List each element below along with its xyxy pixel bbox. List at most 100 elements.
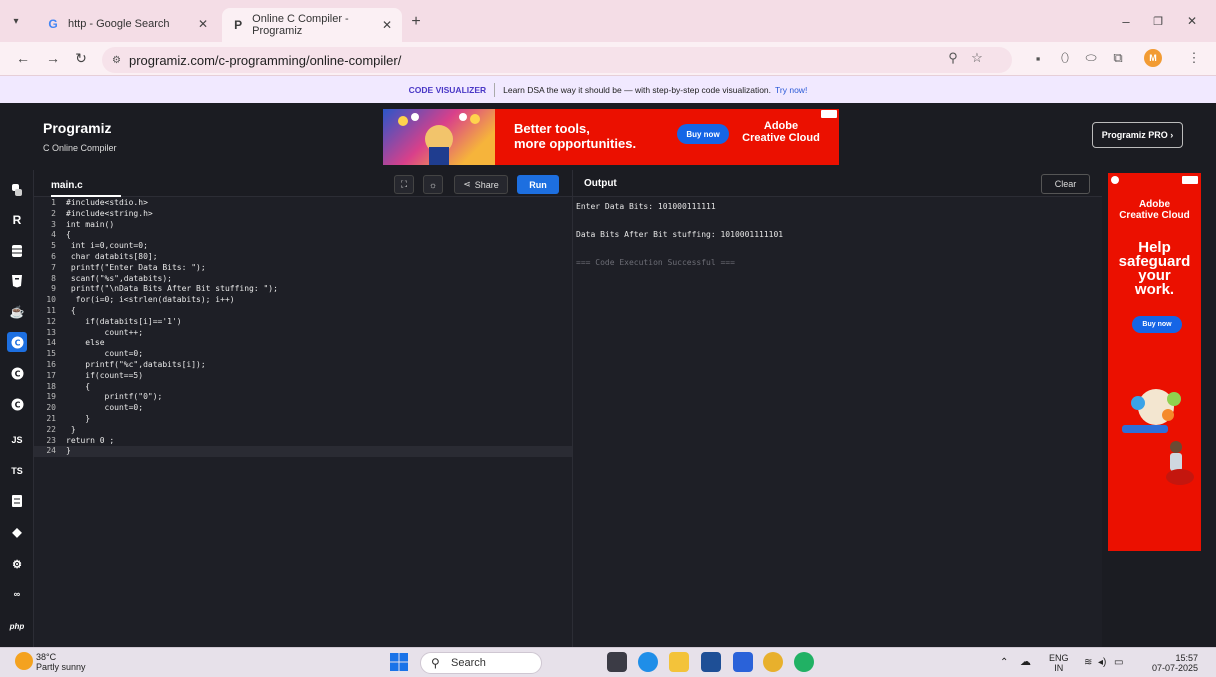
go-icon[interactable] xyxy=(7,491,27,511)
code-line[interactable]: 9 printf("\nData Bits After Bit stuffing… xyxy=(34,284,572,295)
line-content[interactable]: else xyxy=(66,338,104,349)
new-tab-icon[interactable]: + xyxy=(406,12,426,32)
file-explorer-icon[interactable] xyxy=(669,652,689,672)
line-content[interactable]: scanf("%s",databits); xyxy=(66,274,172,285)
line-content[interactable]: #include<string.h> xyxy=(66,209,153,220)
line-content[interactable]: int i=0,count=0; xyxy=(66,241,148,252)
close-tab-icon[interactable]: ✕ xyxy=(382,18,392,32)
python-icon[interactable] xyxy=(7,180,27,200)
weather-widget[interactable]: 38°C Partly sunny xyxy=(36,652,86,672)
line-content[interactable]: char databits[80]; xyxy=(66,252,158,263)
js-icon[interactable]: JS xyxy=(7,430,27,450)
code-line[interactable]: 21 } xyxy=(34,414,572,425)
share-button[interactable]: ⋖ Share xyxy=(454,175,508,194)
line-content[interactable]: } xyxy=(66,414,90,425)
menu-kebab-icon[interactable]: ⋮ xyxy=(1186,50,1202,66)
side-ad-banner[interactable]: Adobe Creative Cloud Help safeguard your… xyxy=(1108,173,1201,551)
code-line[interactable]: 5 int i=0,count=0; xyxy=(34,241,572,252)
line-content[interactable]: { xyxy=(66,230,71,241)
adchoices-icon[interactable] xyxy=(1182,176,1198,184)
code-line[interactable]: 23 return 0 ; xyxy=(34,436,572,447)
site-info-icon[interactable]: ⚙ xyxy=(112,55,121,66)
code-line[interactable]: 7 printf("Enter Data Bits: "); xyxy=(34,263,572,274)
code-line[interactable]: 1 #include<stdio.h> xyxy=(34,198,572,209)
promo-link[interactable]: Try now! xyxy=(775,85,807,95)
chrome-icon[interactable] xyxy=(763,652,783,672)
windows-start-icon[interactable] xyxy=(389,652,409,672)
programiz-pro-button[interactable]: Programiz PRO › xyxy=(1092,122,1183,148)
profile-avatar[interactable]: M xyxy=(1144,49,1162,67)
task-view-icon[interactable] xyxy=(607,652,627,672)
run-button[interactable]: Run xyxy=(517,175,559,194)
whatsapp-icon[interactable] xyxy=(794,652,814,672)
line-content[interactable]: { xyxy=(66,306,76,317)
code-line[interactable]: 19 printf("0"); xyxy=(34,392,572,403)
tab-list-icon[interactable]: ▾ xyxy=(6,11,26,31)
link-extension-icon[interactable]: ⬭ xyxy=(1083,50,1099,66)
restore-icon[interactable]: ❐ xyxy=(1148,11,1168,31)
code-line[interactable]: 22 } xyxy=(34,425,572,436)
forward-icon[interactable]: → xyxy=(43,48,63,68)
code-line[interactable]: 24} xyxy=(34,446,572,458)
store-icon[interactable] xyxy=(701,652,721,672)
code-line[interactable]: 6 char databits[80]; xyxy=(34,252,572,263)
tab-programiz[interactable]: P Online C Compiler - Programiz ✕ xyxy=(222,8,402,42)
html-icon[interactable] xyxy=(7,271,27,291)
kotlin-icon[interactable]: ∞ xyxy=(7,584,27,604)
address-bar[interactable]: ⚙ programiz.com/c-programming/online-com… xyxy=(102,47,1012,73)
sql-icon[interactable] xyxy=(7,241,27,261)
csharp-icon[interactable]: C xyxy=(7,394,27,414)
extensions-puzzle-icon[interactable]: ⧉ xyxy=(1110,50,1126,66)
line-content[interactable]: { xyxy=(66,382,90,393)
code-line[interactable]: 10 for(i=0; i<strlen(databits); i++) xyxy=(34,295,572,306)
code-line[interactable]: 3 int main() xyxy=(34,220,572,231)
line-content[interactable]: printf("\nData Bits After Bit stuffing: … xyxy=(66,284,278,295)
php-icon[interactable]: php xyxy=(7,616,27,636)
wifi-icon[interactable]: ≋ xyxy=(1084,658,1092,668)
shield-extension-icon[interactable]: ⬯ xyxy=(1057,50,1073,66)
code-lines[interactable]: 1 #include<stdio.h> 2 #include<string.h> 3 in… xyxy=(34,198,572,458)
line-content[interactable]: count++; xyxy=(66,328,144,339)
programiz-logo[interactable]: Programiz xyxy=(43,120,111,136)
edge-icon[interactable] xyxy=(638,652,658,672)
cpp-icon[interactable]: C xyxy=(7,363,27,383)
tab-google-search[interactable]: G http - Google Search ✕ xyxy=(36,9,218,38)
java-icon[interactable]: ☕ xyxy=(7,302,27,322)
clock[interactable]: 15:57 07-07-2025 xyxy=(1150,653,1198,673)
code-line[interactable]: 17 if(count==5) xyxy=(34,371,572,382)
line-content[interactable]: } xyxy=(66,446,71,457)
clear-button[interactable]: Clear xyxy=(1041,174,1090,194)
adchoices-icon[interactable] xyxy=(821,110,837,118)
swift-icon[interactable]: ◆ xyxy=(7,522,27,542)
code-line[interactable]: 4{ xyxy=(34,230,572,241)
top-ad-banner[interactable]: Better tools, more opportunities. Buy no… xyxy=(383,109,839,165)
c-icon[interactable]: C xyxy=(7,332,27,352)
weather-icon[interactable] xyxy=(15,652,33,670)
rust-icon[interactable]: ⚙ xyxy=(7,554,27,574)
code-line[interactable]: 13 count++; xyxy=(34,328,572,339)
back-icon[interactable]: ← xyxy=(13,48,33,68)
extension-icon[interactable]: ▪ xyxy=(1030,50,1046,66)
code-line[interactable]: 14 else xyxy=(34,338,572,349)
line-content[interactable]: if(databits[i]=='1') xyxy=(66,317,181,328)
language-indicator[interactable]: ENG IN xyxy=(1049,653,1069,673)
ad-buy-now-button[interactable]: Buy now xyxy=(677,124,729,144)
side-ad-buy-now-button[interactable]: Buy now xyxy=(1132,316,1182,333)
onedrive-icon[interactable]: ☁ xyxy=(1020,657,1031,668)
code-line[interactable]: 18 { xyxy=(34,382,572,393)
battery-icon[interactable]: ▭ xyxy=(1114,658,1123,668)
line-content[interactable]: int main() xyxy=(66,220,114,231)
fullscreen-icon[interactable]: ⛶ xyxy=(394,175,414,194)
line-content[interactable]: printf("%c",databits[i]); xyxy=(66,360,205,371)
code-line[interactable]: 2 #include<string.h> xyxy=(34,209,572,220)
minimize-icon[interactable]: – xyxy=(1116,11,1136,31)
ad-info-icon[interactable] xyxy=(1111,176,1119,184)
r-icon[interactable]: R xyxy=(7,210,27,230)
line-content[interactable]: printf("0"); xyxy=(66,392,163,403)
line-content[interactable]: printf("Enter Data Bits: "); xyxy=(66,263,206,274)
line-content[interactable]: return 0 ; xyxy=(66,436,114,447)
volume-icon[interactable]: ◂) xyxy=(1098,658,1106,668)
line-content[interactable]: count=0; xyxy=(66,349,144,360)
theme-toggle-icon[interactable]: ☼ xyxy=(423,175,443,194)
zoom-icon[interactable]: ⚲ xyxy=(945,50,961,66)
